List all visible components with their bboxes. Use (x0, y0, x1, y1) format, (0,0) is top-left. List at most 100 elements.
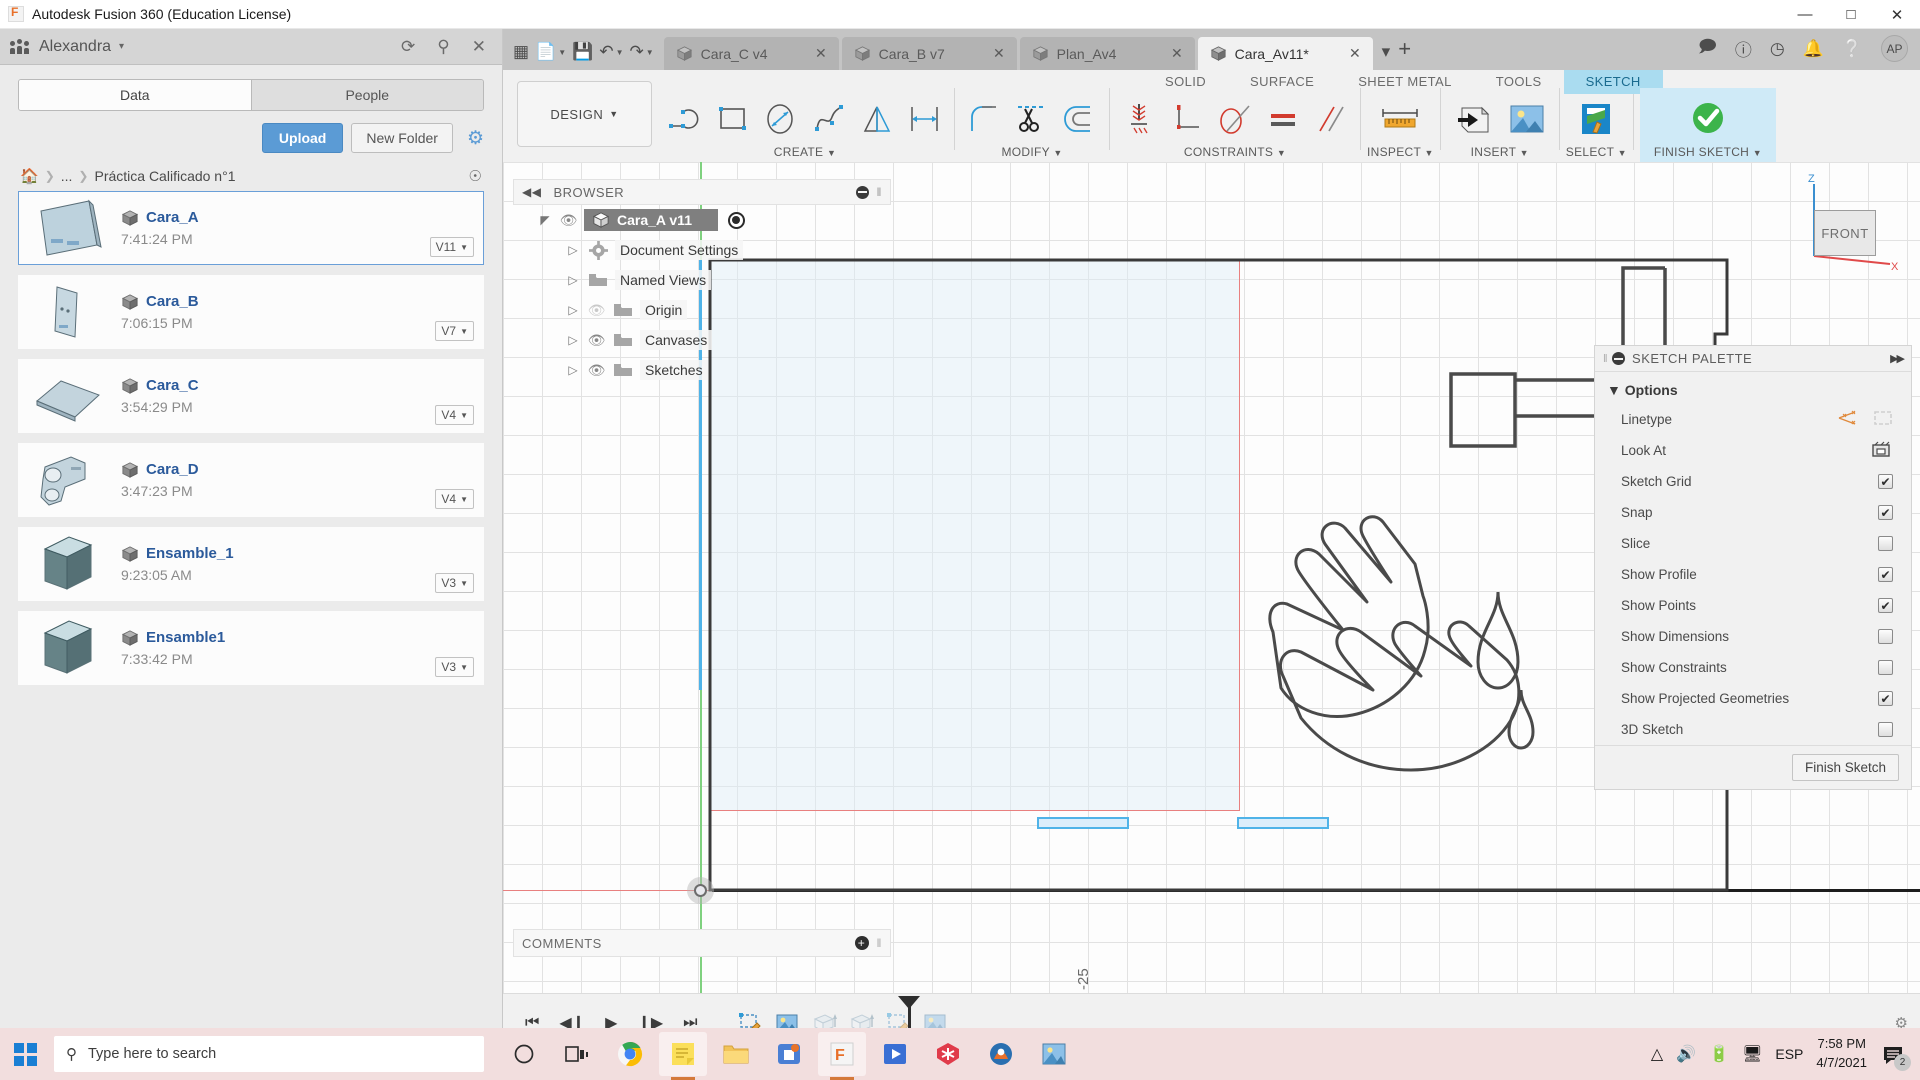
ribbon-group-finish-sketch[interactable]: FINISH SKETCH ▼ (1639, 88, 1776, 162)
list-item[interactable]: Cara_A 7:41:24 PM V11 ▼ (18, 191, 484, 265)
finish-sketch-check-icon[interactable] (1682, 95, 1734, 143)
construction-line-icon[interactable] (1837, 409, 1857, 430)
globe-icon[interactable]: ☉ (469, 167, 482, 185)
palette-row-sketch-grid[interactable]: Sketch Grid ✔ (1595, 466, 1911, 497)
select-paintbrush-icon[interactable] (1570, 95, 1622, 143)
activate-component-radio[interactable] (727, 211, 745, 229)
constraint-symmetry-icon[interactable] (1116, 95, 1162, 143)
browser-node-canvases[interactable]: ▷ 👁 Canvases (513, 325, 891, 355)
refresh-icon[interactable]: ⟳ (401, 37, 415, 57)
photos-icon[interactable] (1030, 1032, 1078, 1076)
origin-point[interactable] (687, 877, 714, 904)
palette-row-show-dimensions[interactable]: Show Dimensions (1595, 621, 1911, 652)
expand-arrow-icon[interactable]: ▷ (565, 303, 581, 317)
sketch-rectangle-icon[interactable] (710, 95, 756, 143)
file-name[interactable]: Ensamble1 (146, 629, 225, 646)
measure-ruler-icon[interactable] (1374, 95, 1426, 143)
close-panel-icon[interactable]: ✕ (472, 37, 486, 57)
sketch-linear-dimension-icon[interactable] (902, 95, 948, 143)
checkbox-show-projected-geometries[interactable]: ✔ (1878, 691, 1893, 706)
tab-data[interactable]: Data (19, 80, 251, 110)
expand-icon[interactable]: ▶▶ (1890, 352, 1905, 365)
sketch-mirror-icon[interactable] (854, 95, 900, 143)
palette-section-header[interactable]: ▼ Options (1595, 372, 1911, 404)
chevron-down-icon[interactable]: ▼ (1618, 148, 1627, 158)
checkbox-slice[interactable] (1878, 536, 1893, 551)
checkbox-snap[interactable]: ✔ (1878, 505, 1893, 520)
file-name[interactable]: Cara_B (146, 293, 199, 310)
finish-sketch-button[interactable]: Finish Sketch (1791, 754, 1899, 781)
breadcrumb-folder[interactable]: Práctica Calificado n°1 (94, 168, 235, 184)
view-cube-front-face[interactable]: FRONT (1814, 210, 1876, 256)
expand-arrow-icon[interactable]: ▷ (565, 273, 581, 287)
list-item[interactable]: Ensamble1 7:33:42 PM V3 ▼ (18, 611, 484, 685)
autodesk-icon[interactable] (977, 1032, 1025, 1076)
close-icon[interactable]: ✕ (1171, 45, 1183, 62)
clock-icon[interactable]: ◷ (1770, 39, 1785, 59)
constraint-equal-icon[interactable] (1260, 95, 1306, 143)
document-tab[interactable]: Cara_B v7 ✕ (841, 37, 1017, 70)
sketch-ellipse-icon[interactable] (758, 95, 804, 143)
undo-icon[interactable]: ↶ ▼ (599, 42, 623, 62)
redo-icon[interactable]: ↷ ▼ (630, 42, 654, 62)
palette-row-show-projected-geometries[interactable]: Show Projected Geometries ✔ (1595, 683, 1911, 714)
version-badge[interactable]: V3 ▼ (435, 657, 474, 677)
battery-icon[interactable]: 🔋 (1709, 1044, 1729, 1064)
close-icon[interactable]: ✕ (1349, 45, 1361, 62)
palette-row-slice[interactable]: Slice (1595, 528, 1911, 559)
minus-circle-icon[interactable] (1612, 352, 1626, 365)
version-badge[interactable]: V4 ▼ (435, 405, 474, 425)
close-button[interactable]: ✕ (1874, 0, 1920, 29)
constraint-parallel-icon[interactable] (1308, 95, 1354, 143)
sketch-arc-icon[interactable] (662, 95, 708, 143)
version-badge[interactable]: V7 ▼ (435, 321, 474, 341)
media-player-icon[interactable] (871, 1032, 919, 1076)
checkbox-show-profile[interactable]: ✔ (1878, 567, 1893, 582)
volume-icon[interactable]: 🔊 (1676, 1044, 1696, 1064)
expand-arrow-icon[interactable]: ▷ (565, 333, 581, 347)
file-name[interactable]: Cara_C (146, 377, 199, 394)
tab-overflow-icon[interactable]: ▾ (1382, 42, 1391, 62)
checkbox-show-constraints[interactable] (1878, 660, 1893, 675)
bell-icon[interactable]: 🔔 (1803, 39, 1824, 59)
eye-icon[interactable]: 👁 (587, 362, 606, 379)
minimize-button[interactable]: — (1782, 0, 1828, 29)
home-icon[interactable]: 🏠 (20, 167, 39, 185)
help-circle-icon[interactable]: ⓘ (1735, 36, 1752, 61)
constraint-tangent-icon[interactable] (1212, 95, 1258, 143)
version-badge[interactable]: V11 ▼ (429, 237, 474, 257)
browser-node-document-settings[interactable]: ▷ Document Settings (513, 235, 891, 265)
grid-apps-icon[interactable]: ▦ (513, 42, 529, 62)
chevron-down-icon[interactable]: ▼ (1753, 148, 1762, 158)
palette-row-show-constraints[interactable]: Show Constraints (1595, 652, 1911, 683)
eye-icon[interactable]: 👁 (559, 212, 578, 229)
antivirus-icon[interactable] (924, 1032, 972, 1076)
file-explorer-icon[interactable] (712, 1032, 760, 1076)
sketch-fillet-icon[interactable] (961, 95, 1007, 143)
file-name[interactable]: Cara_D (146, 461, 199, 478)
notification-icon[interactable]: 2 (1880, 1041, 1911, 1071)
expand-arrow-icon[interactable]: ▷ (565, 243, 581, 257)
tab-people[interactable]: People (250, 80, 483, 110)
version-badge[interactable]: V4 ▼ (435, 489, 474, 509)
insert-derive-icon[interactable] (1447, 95, 1499, 143)
language-indicator[interactable]: ESP (1775, 1046, 1803, 1062)
browser-node-origin[interactable]: ▷ 👁 Origin (513, 295, 891, 325)
fusion360-icon[interactable]: F (818, 1032, 866, 1080)
user-name[interactable]: Alexandra (39, 38, 111, 56)
browser-node-named-views[interactable]: ▷ Named Views (513, 265, 891, 295)
chevron-down-icon[interactable]: ▾ (119, 41, 124, 52)
chrome-icon[interactable] (606, 1032, 654, 1076)
grip-icon[interactable]: ‖ (877, 185, 882, 199)
sketch-spline-icon[interactable] (806, 95, 852, 143)
upload-button[interactable]: Upload (261, 123, 344, 153)
browser-node-sketches[interactable]: ▷ 👁 Sketches (513, 355, 891, 385)
document-tab[interactable]: Plan_Av4 ✕ (1019, 37, 1195, 70)
collapse-icon[interactable]: ◀◀ (522, 185, 541, 199)
eye-off-icon[interactable]: 👁 (587, 302, 606, 319)
document-tab-active[interactable]: Cara_Av11* ✕ (1197, 37, 1373, 70)
file-name[interactable]: Ensamble_1 (146, 545, 234, 562)
maximize-button[interactable]: □ (1828, 0, 1874, 29)
centerline-icon[interactable] (1873, 409, 1893, 430)
checkbox-sketch-grid[interactable]: ✔ (1878, 474, 1893, 489)
